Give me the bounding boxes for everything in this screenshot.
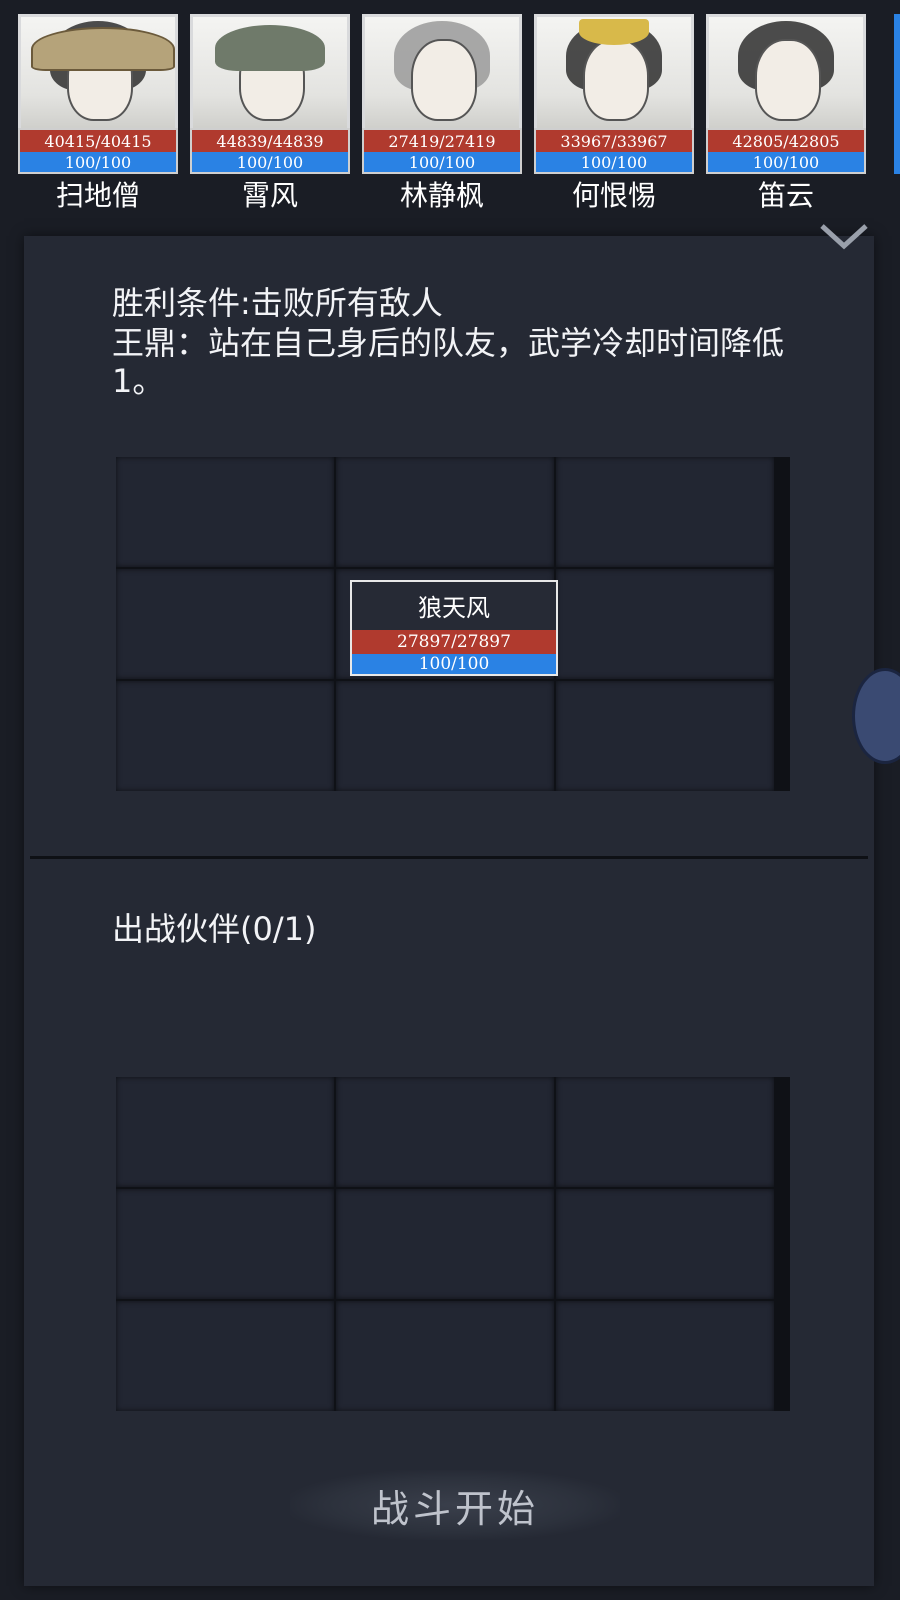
- victory-condition: 胜利条件:击败所有敌人: [112, 284, 443, 322]
- hero-portrait: [362, 14, 522, 132]
- formation-slot: [116, 569, 334, 679]
- hp-bar: 40415/40415: [18, 128, 178, 152]
- hero-name: 何恨惕: [571, 179, 656, 212]
- bamboo-hat-art: [31, 27, 175, 71]
- ally-slot[interactable]: [556, 1189, 774, 1299]
- enemy-name: 狼天风: [418, 594, 490, 622]
- hero-name: 扫地僧: [55, 179, 140, 212]
- formation-slot: [556, 457, 774, 567]
- face-art: [411, 39, 477, 121]
- ally-slot[interactable]: [116, 1189, 334, 1299]
- mp-bar: 100/100: [534, 152, 694, 174]
- crown-art: [579, 19, 649, 45]
- hero-name: 霄风: [241, 179, 298, 212]
- face-art: [583, 39, 649, 121]
- hero-name: 林静枫: [399, 179, 484, 212]
- ally-slot[interactable]: [336, 1189, 554, 1299]
- hero-roster: 40415/40415 100/100 扫地僧 44839/44839 100/…: [0, 0, 900, 230]
- enemy-unit-card[interactable]: 狼天风 27897/27897 100/100: [350, 580, 558, 676]
- section-divider: [30, 856, 868, 859]
- enemy-mp-bar: 100/100: [352, 654, 556, 674]
- mp-bar: 100/100: [190, 152, 350, 174]
- formation-slot: [556, 681, 774, 791]
- hp-bar: 27419/27419: [362, 128, 522, 152]
- ally-slot[interactable]: [116, 1301, 334, 1411]
- cap-art: [215, 25, 325, 71]
- allies-title: 出战伙伴(0/1): [112, 910, 317, 948]
- ally-slot[interactable]: [336, 1301, 554, 1411]
- hero-portrait: [190, 14, 350, 132]
- mp-bar: 100/100: [362, 152, 522, 174]
- hero-portrait: [706, 14, 866, 132]
- ally-slot[interactable]: [556, 1301, 774, 1411]
- formation-slot: [336, 681, 554, 791]
- face-art: [755, 39, 821, 121]
- mp-bar: 100/100: [18, 152, 178, 174]
- ally-slot[interactable]: [556, 1077, 774, 1187]
- formation-slot: [556, 569, 774, 679]
- mp-bar: 100/100: [706, 152, 866, 174]
- ally-slot[interactable]: [336, 1077, 554, 1187]
- formation-slot: [116, 681, 334, 791]
- hero-portrait: [18, 14, 178, 132]
- hp-bar: 33967/33967: [534, 128, 694, 152]
- hero-name: 笛云: [757, 179, 814, 212]
- ally-formation-grid: [116, 1077, 790, 1411]
- hp-bar: 42805/42805: [706, 128, 866, 152]
- formation-slot: [116, 457, 334, 567]
- next-hero-edge[interactable]: [894, 14, 900, 174]
- enemy-hp-bar: 27897/27897: [352, 630, 556, 654]
- hero-portrait: [534, 14, 694, 132]
- formation-slot: [336, 457, 554, 567]
- chevron-down-icon[interactable]: [818, 222, 870, 252]
- hp-bar: 44839/44839: [190, 128, 350, 152]
- start-battle-button[interactable]: 战斗开始: [290, 1470, 620, 1540]
- formation-tip: 王鼎：站在自己身后的队友，武学冷却时间降低1。: [112, 324, 785, 400]
- ally-slot[interactable]: [116, 1077, 334, 1187]
